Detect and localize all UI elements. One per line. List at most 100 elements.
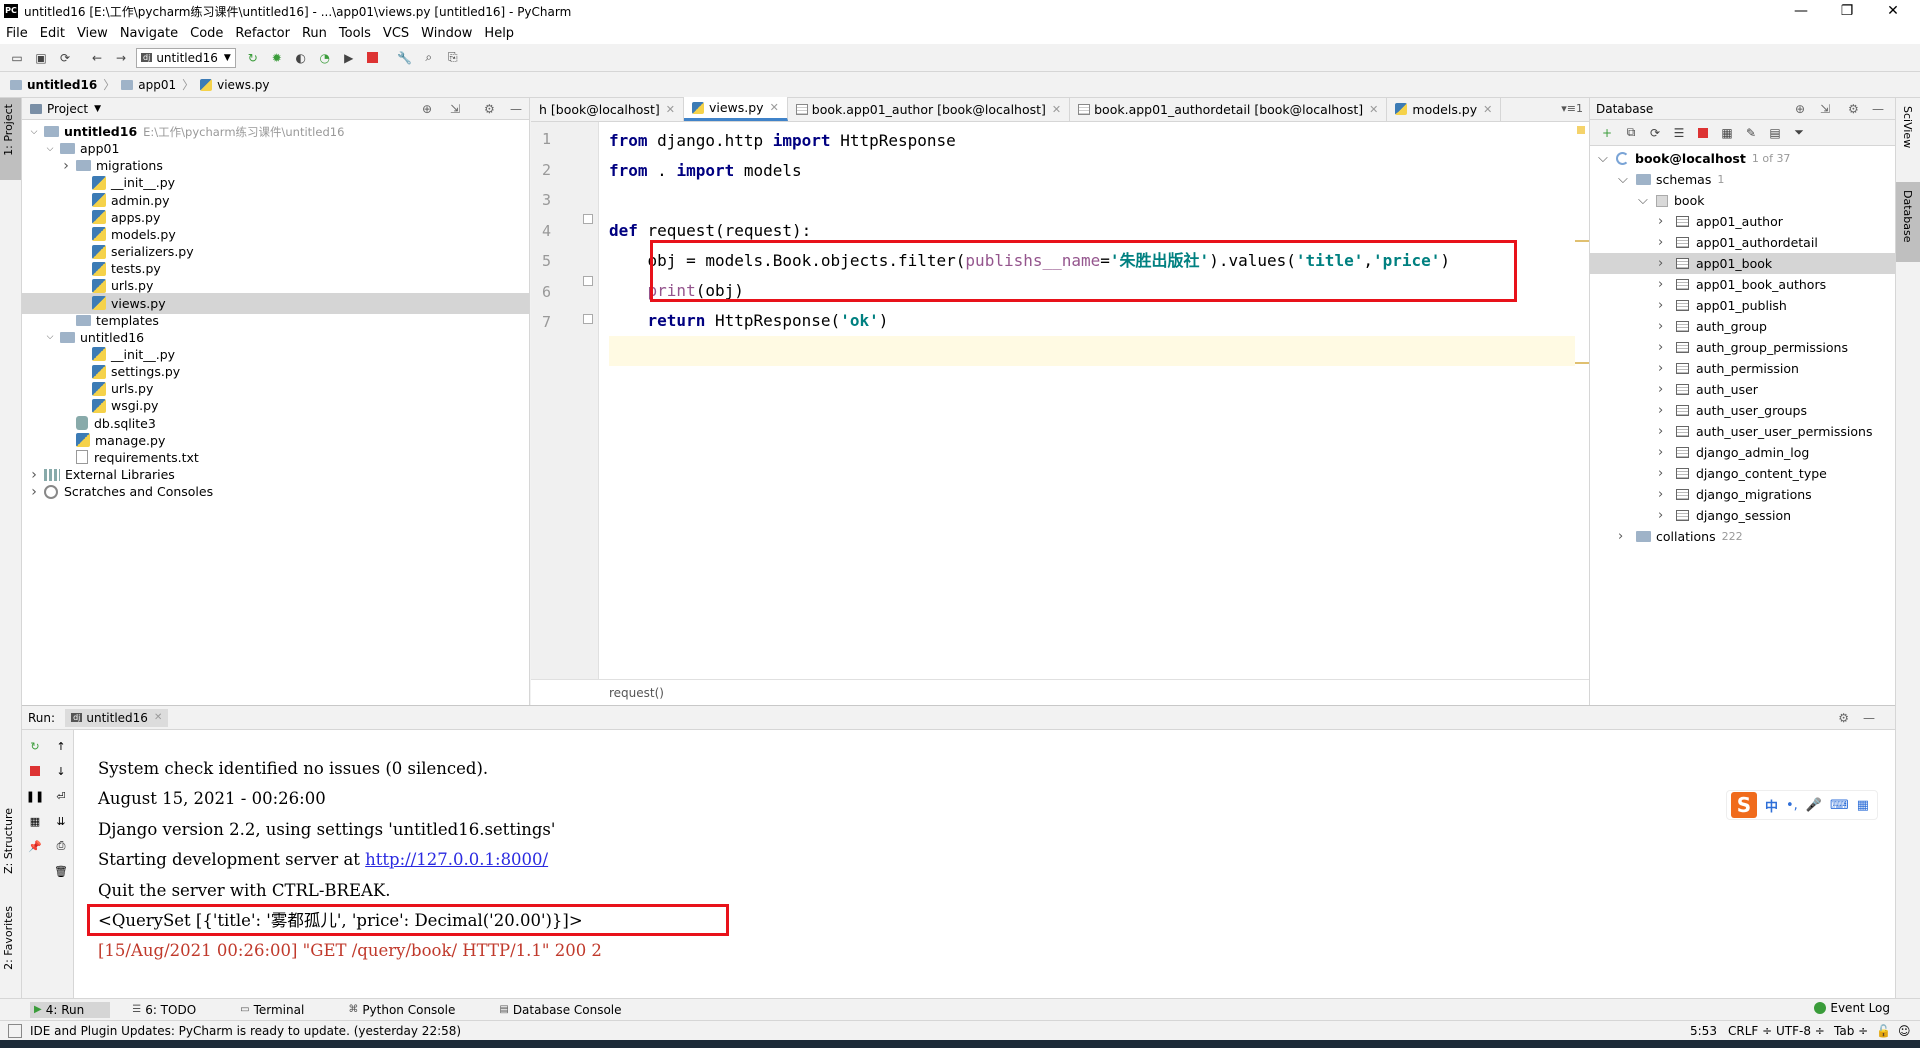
menu-file[interactable]: File — [6, 26, 28, 41]
database-tree-item[interactable]: › django_migrations — [1590, 484, 1895, 505]
trash-icon[interactable]: 🗑 — [52, 862, 70, 880]
console-output[interactable]: System check identified no issues (0 sil… — [98, 730, 1895, 998]
microphone-icon[interactable]: 🎤 — [1806, 798, 1822, 813]
stop-icon[interactable] — [364, 49, 382, 67]
chevron-right-icon[interactable]: › — [1658, 424, 1670, 439]
chevron-down-icon[interactable]: ▼ — [94, 104, 101, 114]
database-tree-item[interactable]: › django_session — [1590, 505, 1895, 526]
rerun-icon[interactable]: ↻ — [26, 737, 44, 755]
run-config-select[interactable]: dj untitled16 ▼ — [136, 47, 236, 68]
event-log-button[interactable]: Event Log — [1814, 1001, 1890, 1015]
bottom-tool-run[interactable]: ▶ 4: Run — [30, 1001, 111, 1018]
scroll-to-end-icon[interactable]: ⇊ — [52, 812, 70, 830]
database-tree-item[interactable]: › app01_authordetail — [1590, 232, 1895, 253]
forward-icon[interactable]: → — [112, 49, 130, 67]
ime-mode[interactable]: 中 — [1765, 796, 1778, 815]
notifications-icon[interactable]: ☺ — [1898, 1024, 1911, 1038]
maximize-button[interactable]: ❐ — [1824, 0, 1870, 22]
database-tree-item[interactable]: › app01_publish — [1590, 295, 1895, 316]
chevron-right-icon[interactable]: › — [1658, 214, 1670, 229]
database-tree-item[interactable]: › app01_author — [1590, 211, 1895, 232]
menu-help[interactable]: Help — [484, 26, 514, 41]
close-tab-icon[interactable]: ✕ — [154, 712, 162, 723]
close-tab-icon[interactable]: ✕ — [1369, 103, 1378, 116]
grid-icon[interactable]: ▦ — [1857, 798, 1869, 813]
database-tree-item[interactable]: › auth_user — [1590, 379, 1895, 400]
menu-code[interactable]: Code — [190, 26, 223, 41]
database-tree-item[interactable]: › auth_permission — [1590, 358, 1895, 379]
edit-icon[interactable]: ✎ — [1742, 124, 1760, 142]
gear-icon[interactable]: ⚙ — [1838, 711, 1849, 725]
minimize-button[interactable]: — — [1778, 0, 1824, 22]
filter-icon[interactable]: ⏷ — [1790, 124, 1808, 142]
favorites-tool-tab[interactable]: 2: Favorites — [2, 906, 15, 970]
database-tree-item[interactable]: › auth_user_user_permissions — [1590, 421, 1895, 442]
database-tree-item[interactable]: › collations 222 — [1590, 526, 1895, 547]
sync-icon[interactable]: ⟳ — [56, 49, 74, 67]
menu-run[interactable]: Run — [302, 26, 327, 41]
menu-refactor[interactable]: Refactor — [235, 26, 290, 41]
file-encoding[interactable]: UTF-8 ÷ — [1776, 1024, 1825, 1038]
save-icon[interactable]: ▣ — [32, 49, 50, 67]
database-tree-item[interactable]: ⌵ book@localhost 1 of 37 — [1590, 148, 1895, 169]
bottom-tool-terminal[interactable]: ▭ Terminal — [240, 1003, 326, 1017]
run-concurrency-icon[interactable]: ▶ — [340, 49, 358, 67]
arrow-up-icon[interactable]: ↑ — [52, 737, 70, 755]
debug-icon[interactable]: ✹ — [268, 49, 286, 67]
hide-icon[interactable]: — — [1863, 711, 1875, 725]
code-area[interactable]: from django.http import HttpResponse fro… — [609, 122, 1589, 679]
close-tab-icon[interactable]: ✕ — [770, 101, 779, 114]
editor-tab[interactable]: views.py ✕ — [683, 97, 788, 121]
menu-view[interactable]: View — [77, 26, 108, 41]
database-tree-item[interactable]: › auth_user_groups — [1590, 400, 1895, 421]
chevron-right-icon[interactable]: › — [1658, 277, 1670, 292]
editor-scrollbar[interactable] — [1575, 122, 1589, 679]
arrow-down-icon[interactable]: ↓ — [52, 762, 70, 780]
database-tree-item[interactable]: › django_admin_log — [1590, 442, 1895, 463]
chevron-right-icon[interactable]: › — [28, 484, 40, 500]
sciview-tool-tab[interactable]: SciView — [1901, 106, 1914, 148]
menu-window[interactable]: Window — [421, 26, 472, 41]
chevron-down-icon[interactable]: ⌵ — [28, 127, 40, 137]
chevron-right-icon[interactable]: › — [1658, 466, 1670, 481]
hide-icon[interactable]: — — [510, 102, 522, 116]
properties-icon[interactable]: ☰ — [1670, 124, 1688, 142]
database-tree-item[interactable]: ⌵ book — [1590, 190, 1895, 211]
wrench-icon[interactable]: 🔧 — [396, 49, 414, 67]
bottom-tool-database-console[interactable]: ▤ Database Console — [499, 1003, 643, 1017]
bottom-tool-todo[interactable]: ☰ 6: TODO — [132, 1003, 218, 1017]
chevron-right-icon[interactable]: › — [1658, 319, 1670, 334]
collapse-all-icon[interactable]: ⇲ — [450, 102, 460, 116]
print-icon[interactable]: ⎙ — [52, 837, 70, 855]
hide-icon[interactable]: — — [1872, 102, 1884, 116]
keyboard-icon[interactable]: ⌨ — [1830, 798, 1849, 813]
line-separator[interactable]: CRLF ÷ — [1728, 1024, 1772, 1038]
breadcrumb-file[interactable]: views.py — [217, 78, 269, 92]
fold-start-icon[interactable] — [583, 214, 593, 224]
tab-overflow-button[interactable]: ▾≡1 — [1561, 102, 1583, 115]
database-tree-item[interactable]: › django_content_type — [1590, 463, 1895, 484]
chevron-down-icon[interactable]: ⌵ — [1598, 151, 1610, 166]
menu-edit[interactable]: Edit — [40, 26, 65, 41]
table-icon[interactable]: ▦ — [1718, 124, 1736, 142]
project-tool-tab[interactable]: 1: Project — [2, 104, 15, 156]
breadcrumb-project[interactable]: untitled16 — [27, 78, 97, 92]
tool-windows-icon[interactable] — [8, 1023, 22, 1038]
database-tree-item[interactable]: › auth_group — [1590, 316, 1895, 337]
editor-tab[interactable]: models.py ✕ — [1387, 97, 1502, 121]
chevron-right-icon[interactable]: › — [1658, 361, 1670, 376]
chevron-right-icon[interactable]: › — [60, 158, 72, 174]
pause-icon[interactable]: ❚❚ — [26, 787, 44, 805]
chevron-right-icon[interactable]: › — [1618, 529, 1630, 544]
chevron-right-icon[interactable]: › — [1658, 298, 1670, 313]
fold-end-icon[interactable] — [583, 314, 593, 324]
chevron-down-icon[interactable]: ⌵ — [44, 332, 56, 342]
caret-position[interactable]: 5:53 — [1690, 1024, 1717, 1038]
inspection-status-icon[interactable] — [1577, 126, 1585, 134]
editor-tab[interactable]: book.app01_authordetail [book@localhost]… — [1070, 97, 1388, 121]
bottom-tool-python-console[interactable]: ⌘ Python Console — [348, 1003, 477, 1017]
indent-setting[interactable]: Tab ÷ — [1834, 1024, 1868, 1038]
soft-wrap-icon[interactable]: ⏎ — [52, 787, 70, 805]
chevron-right-icon[interactable]: › — [1658, 235, 1670, 250]
locate-icon[interactable]: ⊕ — [1795, 102, 1805, 116]
